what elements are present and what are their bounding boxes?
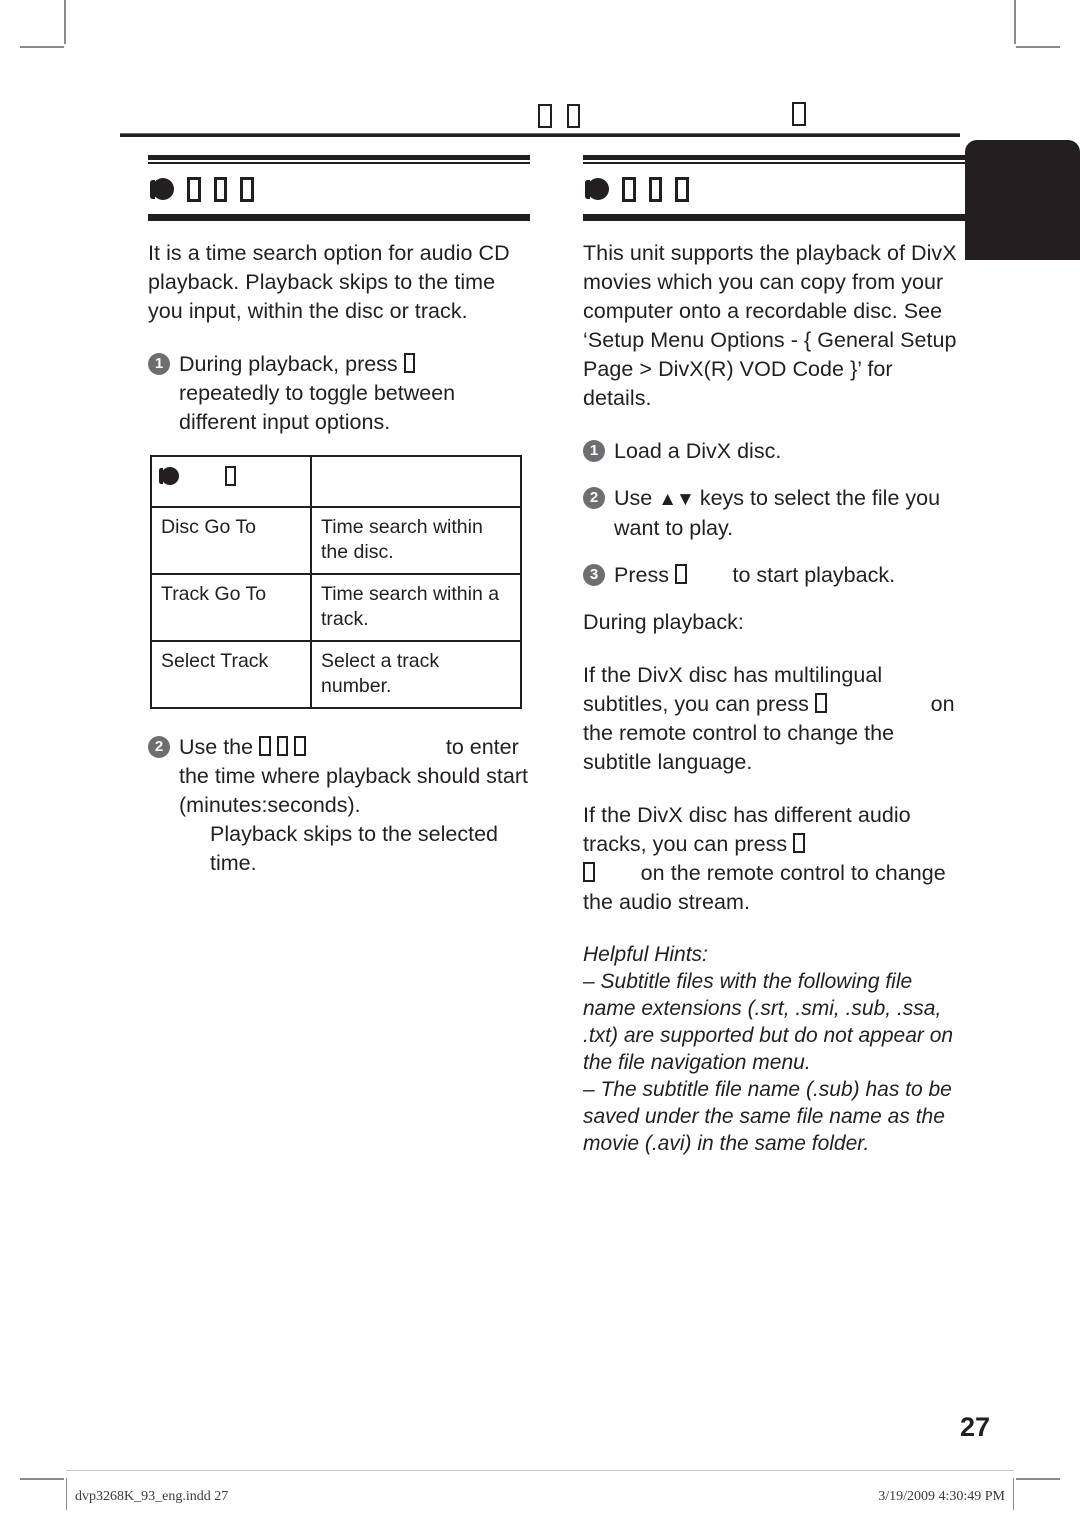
table-header-option [150,454,312,508]
disc-icon [149,178,175,201]
table-cell-description: Select a track number. [310,639,522,709]
right-step-1: 1 Load a DivX disc. [583,437,965,466]
right-step-2: 2 Use ▲▼ keys to select the file you wan… [583,484,965,543]
step-number-badge: 2 [583,486,605,509]
subtitle-note-paragraph: If the DivX disc has multilingual subtit… [583,661,965,777]
step-text-after: repeatedly to toggle between different i… [179,380,456,434]
left-intro-paragraph: It is a time search option for audio CD … [148,240,510,323]
missing-glyph-icon [276,735,289,756]
missing-glyph-icon [622,177,636,202]
left-section-title [148,164,530,213]
step-text-after: to start playback. [732,562,896,587]
footer-file-name: dvp3268K_93_eng.indd 27 [75,1489,229,1504]
step-number-badge: 3 [583,563,605,586]
time-search-options-table: Disc Go To Time search within the disc. … [150,454,522,709]
missing-glyph-icon [187,177,201,202]
missing-glyph-icon [793,832,805,853]
missing-glyph-icon [648,177,663,202]
footer-timestamp: 3/19/2009 4:30:49 PM [878,1489,1005,1504]
table-header-row [150,454,522,508]
audio-note-part2: on the remote control to change the audi… [583,860,946,914]
footer-rule [66,1470,1014,1471]
step-text-before: Press [614,562,669,587]
table-row: Disc Go To Time search within the disc. [150,505,522,575]
left-step-2-subtext: Playback skips to the selected time. [210,821,499,875]
running-head [120,95,960,137]
missing-glyph-icon [538,104,552,128]
footer: dvp3268K_93_eng.indd 27 3/19/2009 4:30:4… [75,1489,1005,1505]
heading-rule-bottom-thick [583,215,965,221]
table-cell-description: Time search within the disc. [310,505,522,575]
audio-note-part1: If the DivX disc has different audio tra… [583,802,911,856]
table-cell-description: Time search within a track. [310,572,522,642]
missing-glyph-icon [674,563,687,584]
missing-glyph-icon [294,735,306,756]
step-text-before: Use the [179,734,254,759]
table-cell-option: Select Track [150,639,312,709]
table-row: Track Go To Time search within a track. [150,572,522,642]
crop-mark-right-bottom [1016,1478,1060,1480]
during-playback-label: During playback: [583,609,744,634]
missing-glyph-icon [403,352,416,373]
missing-glyph-icon [259,735,271,756]
right-section-title [583,164,965,213]
missing-glyph-icon [225,465,237,487]
right-section-heading [583,155,965,221]
step-number-badge: 1 [148,352,170,375]
audio-note-paragraph: If the DivX disc has different audio tra… [583,801,965,917]
disc-icon [584,178,610,201]
missing-glyph-icon [213,177,228,202]
helpful-hints: Helpful Hints: – Subtitle files with the… [583,941,965,1157]
disc-icon [159,466,180,485]
chapter-thumb-tab [965,140,1080,260]
left-column: It is a time search option for audio CD … [148,155,530,896]
step-number-badge: 1 [583,439,605,462]
missing-glyph-icon [240,177,254,202]
crop-mark-footer-right [1013,1478,1014,1510]
hint-item: – The subtitle file name (.sub) has to b… [583,1077,952,1155]
crop-mark-top-left [64,0,66,44]
table-cell-option: Track Go To [150,572,312,642]
missing-glyph-icon [566,104,580,128]
hint-item: – Subtitle files with the following file… [583,969,954,1074]
right-column: This unit supports the playback of DivX … [583,155,965,1157]
up-down-arrow-keys-icon: ▲▼ [658,488,695,510]
left-section-heading [148,155,530,221]
crop-mark-right-top [1016,46,1060,48]
page-number: 27 [959,1412,990,1442]
missing-glyph-icon [792,102,806,126]
step-text-before: During playback, press [179,351,398,376]
hints-title: Helpful Hints: [583,942,708,966]
table-header-description [310,454,522,508]
left-step-1: 1 During playback, press repeatedly to t… [148,350,530,437]
heading-rule-bottom-thick [148,215,530,221]
right-intro-paragraph: This unit supports the playback of DivX … [583,240,957,410]
step-number-badge: 2 [148,735,170,758]
crop-mark-left-top [20,46,64,48]
missing-glyph-icon [814,692,827,713]
table-row: Select Track Select a track number. [150,639,522,709]
running-head-left-glyphs [538,104,580,128]
left-step-2: 2 Use the to enter the time where playba… [148,733,530,878]
header-rule [120,133,960,137]
heading-rule-top-thick [148,155,530,160]
missing-glyph-icon [583,861,595,882]
right-step-3: 3 Press to start playback. [583,561,965,590]
running-head-right-glyphs [792,102,806,131]
table-cell-option: Disc Go To [150,505,312,575]
heading-rule-top-thick [583,155,965,160]
crop-mark-top-right [1014,0,1016,44]
crop-mark-footer-left [66,1478,67,1510]
step-text-before: Use [614,485,653,510]
step-text: Load a DivX disc. [614,438,782,463]
missing-glyph-icon [675,177,689,202]
subtitle-note-part1: If the DivX disc has multilingual subtit… [583,662,883,716]
crop-mark-left-bottom [20,1478,64,1480]
